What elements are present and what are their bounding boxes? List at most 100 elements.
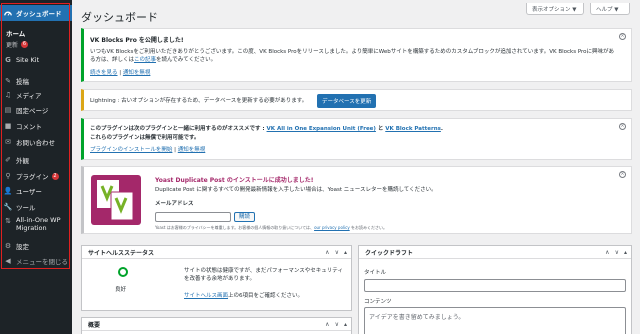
- health-text: サイトの状態は健康ですが、まだパフォーマンスやセキュリティを改善する余地がありま…: [184, 268, 343, 282]
- plugin-icon: ⚲: [5, 171, 11, 180]
- menu-plugins-label: プラグイン: [16, 173, 49, 181]
- menu-tools[interactable]: 🔧 ツール: [0, 201, 72, 213]
- collapse-icon: ◀: [5, 256, 11, 265]
- move-up-icon[interactable]: ∧: [325, 321, 329, 328]
- move-down-icon[interactable]: ∨: [615, 249, 619, 256]
- widget-controls: ∧ ∨ ▴: [605, 249, 627, 256]
- media-icon: ♫: [4, 90, 12, 99]
- menu-collapse[interactable]: ◀ メニューを閉じる: [0, 255, 72, 267]
- content-placeholder: アイデアを書き留めてみましょう。: [369, 314, 465, 321]
- article-link[interactable]: この記事: [134, 57, 156, 63]
- draft-content-textarea[interactable]: アイデアを書き留めてみましょう。: [364, 307, 626, 334]
- update-database-button[interactable]: データベースを更新: [317, 94, 377, 108]
- submenu-updates[interactable]: 更新 6: [6, 40, 29, 49]
- privacy-suffix: をお読みください。: [349, 225, 387, 230]
- menu-appearance[interactable]: ✐ 外観: [0, 154, 72, 166]
- close-icon[interactable]: ×: [619, 171, 626, 178]
- menu-media[interactable]: ♫ メディア: [0, 89, 72, 101]
- menu-comments[interactable]: ■ コメント: [0, 120, 72, 132]
- menu-contact-label: お問い合わせ: [16, 139, 55, 147]
- draft-title-input[interactable]: [364, 279, 626, 292]
- settings-icon: ⚙: [4, 241, 12, 250]
- widget-title: サイトヘルスステータス: [88, 249, 155, 257]
- move-down-icon[interactable]: ∨: [335, 321, 339, 328]
- menu-users[interactable]: 👤 ユーザー: [0, 185, 72, 197]
- google-g-icon: G: [5, 55, 11, 64]
- privacy-policy-link[interactable]: our privacy policy: [314, 225, 350, 230]
- move-up-icon[interactable]: ∧: [325, 249, 329, 256]
- menu-dashboard[interactable]: ダッシュボード: [0, 5, 72, 21]
- notice-text: いつもVK Blocksをご利用いただきありがとうございます。この度、VK Bl…: [90, 48, 618, 64]
- recommend-links: プラグインのインストールを開始 | 通知を無視: [90, 146, 205, 154]
- site-health-widget: サイトヘルスステータス ∧ ∨ ▴ 良好 サイトの状態は健康ですが、まだパフォー…: [81, 245, 352, 311]
- submenu-home[interactable]: ホーム: [6, 28, 25, 38]
- brush-icon: ✐: [5, 155, 11, 164]
- admin-sidebar: ダッシュボード ホーム 更新 6 G Site Kit ✎ 投稿 ♫ メディア …: [0, 0, 72, 334]
- subscribe-button[interactable]: 購読: [234, 212, 256, 222]
- site-health-link[interactable]: サイトヘルス画面: [184, 293, 228, 299]
- privacy-prefix: Yoast はお客様のプライバシーを尊重します。お客様の個人情報の取り扱いについ…: [155, 225, 315, 230]
- menu-tools-label: ツール: [16, 204, 36, 212]
- recommend-line1: このプラグインは次のプラグインと一緒に利用するのがオススメです : VK All…: [90, 125, 443, 133]
- toggle-icon[interactable]: ▴: [344, 321, 347, 328]
- title-field-label: タイトル: [364, 270, 387, 276]
- lightning-text: Lightning : 古いオプションが存在するため、データベースを更新する必要…: [90, 98, 308, 104]
- screen-options-button[interactable]: 表示オプション ▼: [526, 3, 584, 15]
- menu-pages-label: 固定ページ: [16, 107, 49, 115]
- widget-title: 概要: [88, 321, 101, 329]
- menu-settings-label: 設定: [16, 243, 29, 251]
- quick-draft-widget: クイックドラフト ∧ ∨ ▴ タイトル コンテンツ アイデアを書き留めてみましょ…: [358, 245, 632, 334]
- close-icon[interactable]: ×: [619, 33, 626, 40]
- menu-posts[interactable]: ✎ 投稿: [0, 75, 72, 87]
- plugin-link-block-patterns[interactable]: VK Block Patterns: [385, 126, 441, 132]
- wrench-icon: 🔧: [3, 202, 13, 211]
- menu-settings[interactable]: ⚙ 設定: [0, 240, 72, 252]
- overview-widget: 概要 ∧ ∨ ▴: [81, 317, 352, 334]
- toggle-icon[interactable]: ▴: [344, 249, 347, 256]
- menu-dashboard-label: ダッシュボード: [16, 10, 62, 18]
- page-icon: ▤: [4, 105, 12, 114]
- health-status-label: 良好: [115, 287, 127, 293]
- recommend-period: .: [440, 126, 443, 132]
- help-button[interactable]: ヘルプ ▼: [590, 3, 630, 15]
- health-link-line: サイトヘルス画面上の6項目をご確認ください。: [184, 292, 303, 300]
- widget-controls: ∧ ∨ ▴: [325, 249, 347, 256]
- close-icon[interactable]: ×: [619, 123, 626, 130]
- page-title: ダッシュボード: [81, 11, 158, 24]
- user-icon: 👤: [3, 186, 13, 195]
- menu-migration[interactable]: ⇅ All-in-One WP Migration: [0, 216, 72, 236]
- menu-site-kit[interactable]: G Site Kit: [0, 54, 72, 66]
- menu-plugins[interactable]: ⚲ プラグイン 2: [0, 170, 72, 182]
- install-plugins-link[interactable]: プラグインのインストールを開始: [90, 147, 172, 153]
- menu-contact[interactable]: ✉ お問い合わせ: [0, 136, 72, 148]
- widget-controls: ∧ ∨ ▴: [325, 321, 347, 328]
- recommend-prefix: このプラグインは次のプラグインと一緒に利用するのがオススメです :: [90, 126, 267, 132]
- move-up-icon[interactable]: ∧: [605, 249, 609, 256]
- content-field-label: コンテンツ: [364, 299, 392, 305]
- plugin-link-expansion-unit[interactable]: VK All in One Expansion Unit (Free): [267, 126, 376, 132]
- dismiss-link[interactable]: 通知を無視: [178, 147, 206, 153]
- recommended-plugins-notice: このプラグインは次のプラグインと一緒に利用するのがオススメです : VK All…: [81, 118, 632, 160]
- menu-users-label: ユーザー: [16, 188, 42, 196]
- migration-icon: ⇅: [5, 216, 11, 225]
- menu-collapse-label: メニューを閉じる: [16, 258, 68, 266]
- widget-header: サイトヘルスステータス: [82, 246, 351, 259]
- move-down-icon[interactable]: ∨: [335, 249, 339, 256]
- dismiss-link[interactable]: 通知を無視: [123, 70, 151, 76]
- duplicate-post-icon: [97, 180, 134, 221]
- yoast-duplicate-post-notice: Yoast Duplicate Post のインストールに成功しました! Dup…: [81, 166, 632, 234]
- widget-header: 概要: [82, 318, 351, 331]
- health-status-icon: [118, 267, 128, 277]
- menu-posts-label: 投稿: [16, 78, 29, 86]
- notice-title: VK Blocks Pro を公開しました!: [90, 37, 184, 44]
- recommend-line2: これらのプラグインは無償で利用可能です。: [90, 135, 200, 141]
- toggle-icon[interactable]: ▴: [624, 249, 627, 256]
- menu-appearance-label: 外観: [16, 157, 29, 165]
- read-more-link[interactable]: 続きを見る: [90, 70, 118, 76]
- yoast-privacy: Yoast はお客様のプライバシーを尊重します。お客様の個人情報の取り扱いについ…: [155, 225, 387, 231]
- pin-icon: ✎: [5, 76, 11, 85]
- mail-icon: ✉: [5, 137, 11, 146]
- email-input[interactable]: [155, 212, 231, 222]
- menu-pages[interactable]: ▤ 固定ページ: [0, 104, 72, 116]
- submenu-updates-label: 更新: [6, 42, 19, 49]
